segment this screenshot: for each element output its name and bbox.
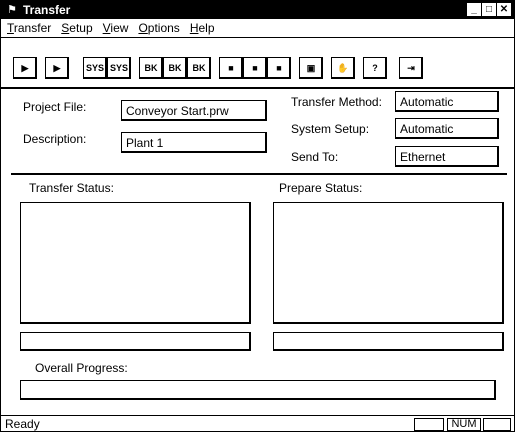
bk-receive-icon[interactable]: BK	[163, 57, 187, 79]
window-title: Transfer	[23, 3, 71, 17]
project-send-icon[interactable]: ■	[219, 57, 243, 79]
status-pane-num: NUM	[447, 418, 481, 431]
menu-view[interactable]: View	[98, 21, 134, 35]
description-label: Description:	[23, 132, 87, 146]
status-bar: Ready NUM	[1, 415, 514, 432]
prepare-progress-bar	[273, 332, 504, 351]
app-icon: ⚑	[7, 4, 17, 16]
send-to-label: Send To:	[291, 150, 339, 164]
memory-icon[interactable]: ▣	[299, 57, 323, 79]
menu-transfer[interactable]: Transfer	[1, 21, 56, 35]
menu-help[interactable]: Help	[185, 21, 220, 35]
exit-icon[interactable]: ⇥	[399, 57, 423, 79]
hand-stop-icon[interactable]: ✋	[331, 57, 355, 79]
transfer-window: ⚑ Transfer _ □ ✕ Transfer Setup View Opt…	[0, 0, 515, 432]
status-pane-blank	[414, 418, 444, 431]
transfer-method-field[interactable]: Automatic	[395, 91, 499, 112]
transfer-from-display-icon[interactable]: ▶	[45, 57, 69, 79]
sys-receive-icon[interactable]: SYS	[107, 57, 131, 79]
system-setup-label: System Setup:	[291, 122, 370, 136]
toolbar: ▶ ▶ SYS SYS BK BK BK ■ ■ ■ ▣ ✋ ? ⇥	[1, 39, 514, 89]
menu-options[interactable]: Options	[133, 21, 184, 35]
description-field[interactable]: Plant 1	[121, 132, 267, 153]
status-pane-extra	[483, 418, 511, 431]
transfer-status-label: Transfer Status:	[29, 181, 114, 195]
transfer-to-display-icon[interactable]: ▶	[13, 57, 37, 79]
project-receive-icon[interactable]: ■	[243, 57, 267, 79]
transfer-method-label: Transfer Method:	[291, 95, 382, 109]
bk-compare-icon[interactable]: BK	[187, 57, 211, 79]
help-icon[interactable]: ?	[363, 57, 387, 79]
status-text: Ready	[5, 417, 40, 431]
bk-send-icon[interactable]: BK	[139, 57, 163, 79]
transfer-progress-bar	[20, 332, 251, 351]
menu-bar: Transfer Setup View Options Help	[1, 19, 514, 38]
title-bar[interactable]: ⚑ Transfer _ □ ✕	[1, 1, 514, 19]
sys-send-icon[interactable]: SYS	[83, 57, 107, 79]
minimize-button[interactable]: _	[467, 3, 481, 16]
project-file-field[interactable]: Conveyor Start.prw	[121, 100, 267, 121]
divider	[11, 173, 507, 175]
transfer-status-panel[interactable]	[20, 202, 251, 324]
prepare-status-panel[interactable]	[273, 202, 504, 324]
prepare-status-label: Prepare Status:	[279, 181, 363, 195]
overall-progress-bar	[20, 380, 496, 400]
system-setup-field[interactable]: Automatic	[395, 118, 499, 139]
menu-setup[interactable]: Setup	[56, 21, 97, 35]
project-file-label: Project File:	[23, 100, 87, 114]
overall-progress-label: Overall Progress:	[35, 361, 128, 375]
close-button[interactable]: ✕	[497, 3, 511, 16]
project-compare-icon[interactable]: ■	[267, 57, 291, 79]
send-to-field[interactable]: Ethernet	[395, 146, 499, 167]
maximize-button[interactable]: □	[482, 3, 496, 16]
